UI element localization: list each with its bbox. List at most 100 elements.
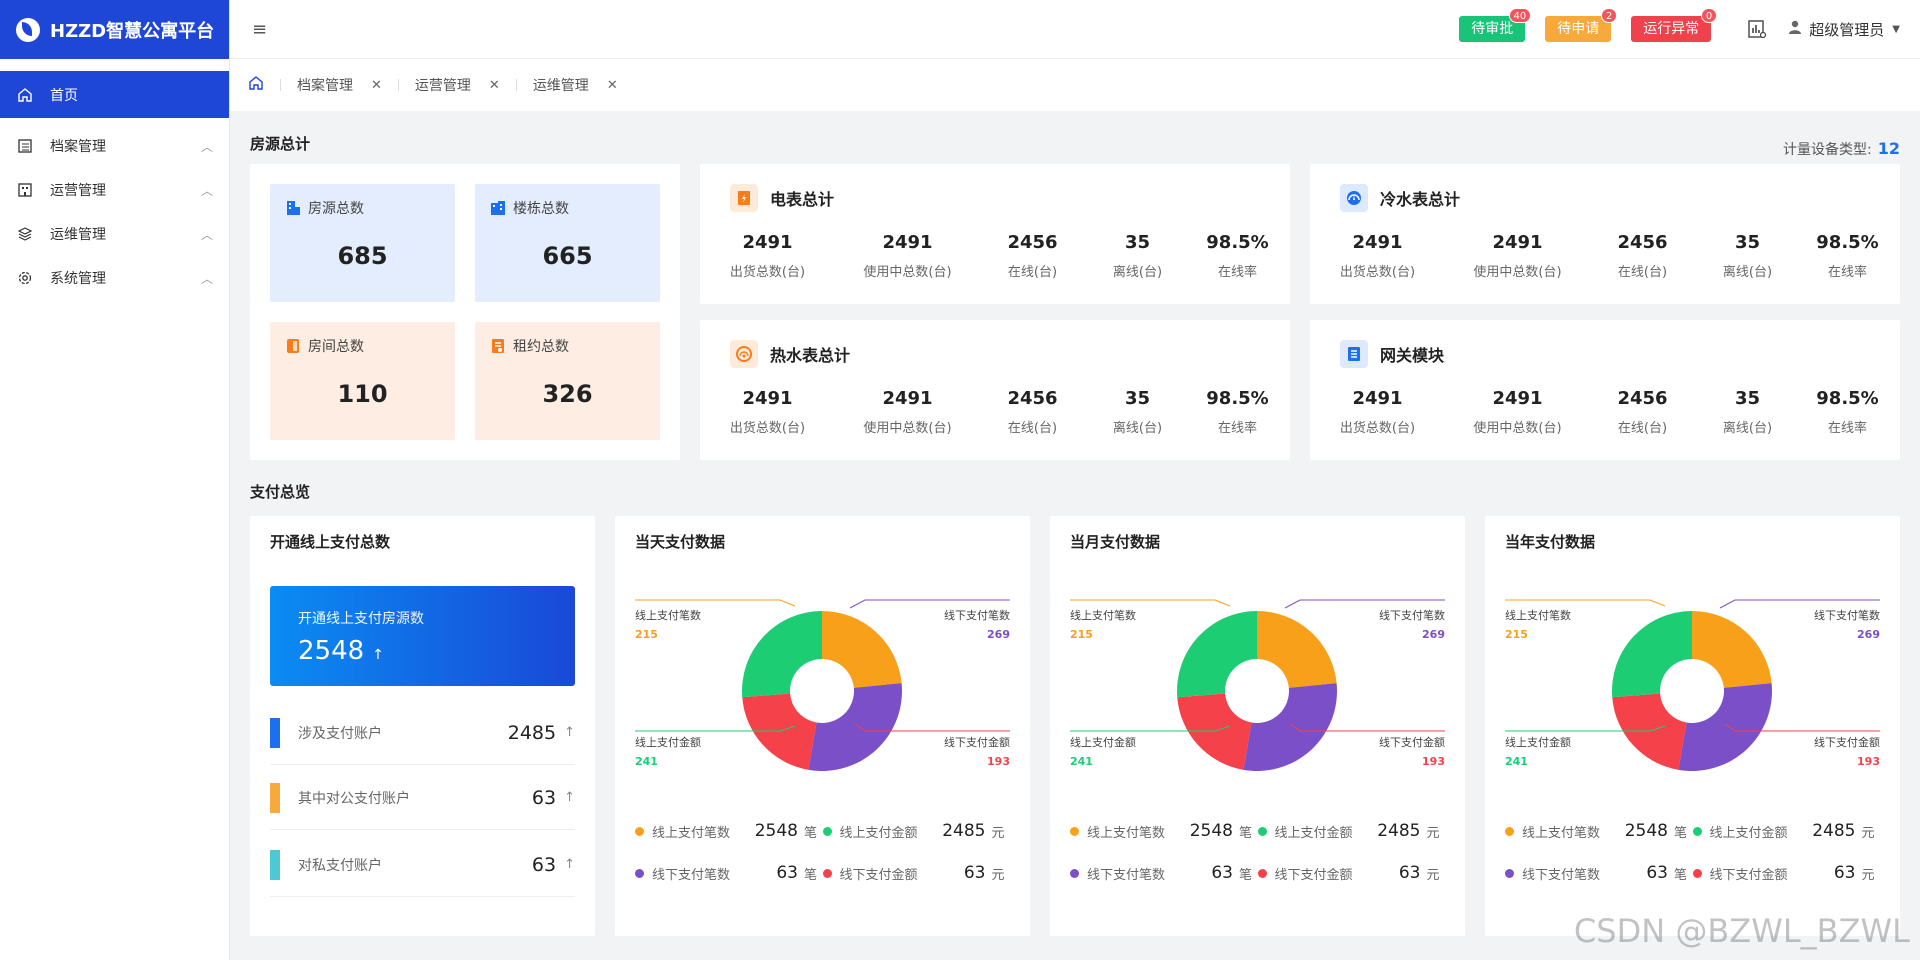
pie-label-name: 线下支付笔数 — [1814, 609, 1880, 622]
pie-label-name: 线上支付金额 — [1070, 736, 1136, 749]
legend-value: 2485 — [1377, 821, 1421, 841]
tab-operations[interactable]: 运营管理 ✕ — [415, 75, 500, 95]
legend-item[interactable]: 线下支付金额 63 元 — [1257, 863, 1446, 883]
main-content: 房源总计 计量设备类型: 12 房源总数 685 楼栋总数 665 房间总数 11… — [230, 111, 1920, 960]
legend-unit: 元 — [991, 867, 1005, 883]
pending-approval-button[interactable]: 待审批 40 — [1459, 8, 1532, 42]
pie-slice[interactable] — [1177, 611, 1257, 698]
tab-maintenance[interactable]: 运维管理 ✕ — [533, 75, 618, 95]
pie-slice[interactable] — [1243, 683, 1337, 771]
legend-unit: 笔 — [1239, 825, 1253, 841]
close-icon[interactable]: ✕ — [371, 78, 382, 93]
legend-item[interactable]: 线上支付金额 2485 元 — [1257, 821, 1446, 841]
legend-label: 线上支付笔数 — [652, 825, 731, 841]
meter-value: 35 — [1124, 388, 1151, 409]
meter-label: 离线(台) — [1112, 265, 1163, 280]
legend-item[interactable]: 线下支付笔数 63 笔 — [635, 863, 823, 883]
legend-unit: 元 — [1861, 867, 1875, 883]
legend-unit: 元 — [1426, 825, 1440, 841]
pie-slice[interactable] — [1692, 611, 1772, 688]
door-icon — [284, 337, 302, 355]
gateway-icon — [1340, 340, 1368, 368]
pie-label-value: 193 — [1422, 755, 1445, 768]
report-icon[interactable] — [1747, 19, 1767, 39]
pie-slice[interactable] — [1678, 683, 1772, 771]
user-menu[interactable]: 超级管理员 ▼ — [1787, 19, 1900, 40]
legend-unit: 元 — [991, 825, 1005, 841]
stat-value: 326 — [542, 380, 593, 408]
meter-value: 2491 — [742, 388, 793, 409]
pie-slice[interactable] — [1257, 611, 1337, 688]
sidebar-item-home[interactable]: 首页 — [0, 71, 229, 118]
legend-item[interactable]: 线上支付笔数 2548 笔 — [635, 821, 823, 841]
pie-slice[interactable] — [1177, 693, 1252, 770]
pie-label: 线下支付金额 193 — [1379, 733, 1445, 771]
menu-toggle-icon[interactable]: ≡ — [252, 19, 267, 40]
card-title: 当年支付数据 — [1505, 533, 1596, 551]
row-value: 63 — [531, 853, 557, 876]
meter-label: 在线率 — [1827, 265, 1867, 280]
app-logo[interactable]: HZZD智慧公寓平台 — [0, 0, 229, 59]
top-header: ≡ 待审批 40 待申请 2 运行异常 0 超级管理员 ▼ — [230, 0, 1920, 59]
legend-item[interactable]: 线上支付金额 2485 元 — [822, 821, 1011, 841]
close-icon[interactable]: ✕ — [607, 78, 618, 93]
legend-label: 线上支付金额 — [839, 825, 918, 841]
card-title: 开通线上支付总数 — [270, 533, 391, 551]
meter-label: 出货总数(台) — [1339, 421, 1416, 436]
stat-room-total: 房间总数 110 — [270, 322, 455, 440]
legend-label: 线上支付金额 — [1709, 825, 1788, 841]
row-label: 其中对公支付账户 — [298, 790, 410, 807]
legend-dot-icon — [1692, 826, 1702, 836]
card-title: 当天支付数据 — [635, 533, 726, 551]
sidebar-item-label: 首页 — [50, 87, 78, 104]
meter-label: 在线(台) — [1617, 265, 1668, 280]
pie-slice[interactable] — [822, 611, 902, 688]
pie-slice[interactable] — [742, 693, 817, 770]
sidebar-item-label: 运营管理 — [50, 183, 106, 199]
home-tab-icon[interactable] — [248, 75, 264, 95]
legend-row: 线上支付笔数 2548 笔 线上支付金额 2485 元 — [635, 821, 1010, 841]
sidebar-item-system[interactable]: 系统管理 ︿ — [0, 256, 229, 300]
tab-divider — [280, 79, 281, 91]
close-icon[interactable]: ✕ — [489, 78, 500, 93]
chevron-up-icon: ︿ — [200, 139, 213, 154]
meter-value: 2491 — [742, 232, 793, 253]
pending-application-button[interactable]: 待申请 2 — [1545, 8, 1618, 42]
legend-item[interactable]: 线下支付笔数 63 笔 — [1505, 863, 1693, 883]
pie-label-name: 线上支付笔数 — [1070, 609, 1136, 622]
legend-unit: 元 — [1426, 867, 1440, 883]
legend-label: 线下支付金额 — [839, 867, 918, 883]
pie-slice[interactable] — [1612, 611, 1692, 698]
row-value: 63 — [531, 786, 557, 809]
legend-value: 2485 — [1812, 821, 1856, 841]
meter-value: 98.5% — [1816, 232, 1879, 253]
device-type-count: 计量设备类型: 12 — [1783, 139, 1900, 159]
row-color-bar — [270, 782, 280, 813]
tab-archive[interactable]: 档案管理 ✕ — [297, 75, 382, 95]
sidebar-item-maintenance[interactable]: 运维管理 ︿ — [0, 212, 229, 256]
stat-label: 房间总数 — [308, 339, 364, 355]
meter-label: 在线(台) — [1007, 421, 1058, 436]
sidebar-item-archive[interactable]: 档案管理 ︿ — [0, 124, 229, 168]
legend-item[interactable]: 线上支付笔数 2548 笔 — [1070, 821, 1258, 841]
legend-item[interactable]: 线下支付金额 63 元 — [822, 863, 1011, 883]
meter-value: 2491 — [882, 388, 933, 409]
account-row: 其中对公支付账户 63 ↑ — [270, 766, 575, 830]
legend-value: 63 — [1398, 863, 1421, 883]
legend-row: 线下支付笔数 63 笔 线下支付金额 63 元 — [635, 863, 1010, 883]
legend-item[interactable]: 线下支付笔数 63 笔 — [1070, 863, 1258, 883]
pie-slice[interactable] — [742, 611, 822, 698]
legend-item[interactable]: 线下支付金额 63 元 — [1692, 863, 1881, 883]
stat-label: 楼栋总数 — [513, 201, 569, 217]
chevron-up-icon: ︿ — [200, 271, 213, 286]
pie-slice[interactable] — [1612, 693, 1687, 770]
legend-item[interactable]: 线上支付笔数 2548 笔 — [1505, 821, 1693, 841]
pie-slice[interactable] — [808, 683, 902, 771]
sidebar-item-operations[interactable]: 运营管理 ︿ — [0, 168, 229, 212]
meter-label: 使用中总数(台) — [1473, 421, 1562, 436]
legend-item[interactable]: 线上支付金额 2485 元 — [1692, 821, 1881, 841]
runtime-error-button[interactable]: 运行异常 0 — [1631, 8, 1718, 42]
stat-value: 685 — [337, 242, 388, 270]
pie-label-value: 215 — [1505, 628, 1528, 641]
device-type-value: 12 — [1877, 139, 1900, 158]
